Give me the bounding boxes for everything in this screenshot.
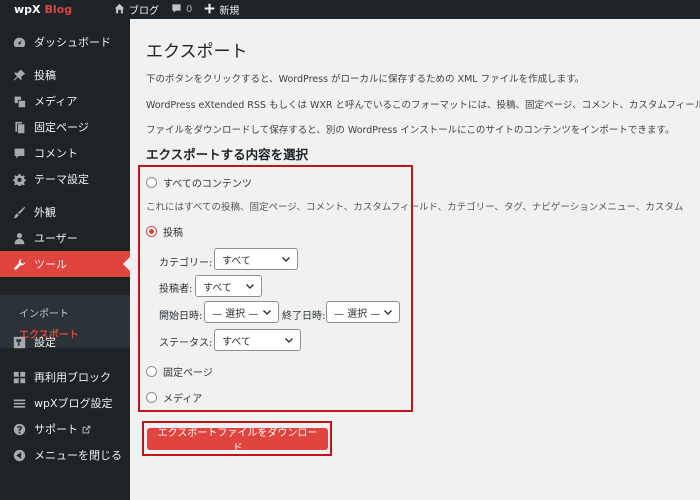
comments-link[interactable]: 0 [171,3,192,17]
sidebar-item-label: 外観 [34,206,56,219]
chevron-down-icon [245,281,255,291]
chevron-down-icon [284,335,294,345]
collapse-icon [12,448,26,462]
new-label: 新規 [219,6,240,17]
radio-all-content[interactable] [146,177,157,188]
radio-posts[interactable] [146,226,157,237]
sidebar-item-reusable-blocks[interactable]: 再利用ブロック [0,364,130,390]
sidebar-item-label: コメント [34,147,78,160]
sidebar-item-label: ユーザー [34,232,78,245]
sidebar-item-label: 設定 [34,336,56,349]
comment-icon [12,146,26,160]
start-date-label: 開始日時: [159,311,203,322]
sidebar-collapse-menu[interactable]: メニューを閉じる [0,442,130,468]
start-date-select[interactable]: — 選択 — [204,301,279,323]
download-export-file-button[interactable]: エクスポートファイルをダウンロード [147,428,328,454]
sidebar-item-posts[interactable]: 投稿 [0,62,130,88]
sidebar-item-label: 投稿 [34,69,56,82]
dashboard-icon [12,35,26,49]
option-posts[interactable]: 投稿 [146,224,183,239]
option-media-label: メディア [163,394,203,405]
admin-sidebar: ダッシュボード 投稿 メディア 固定ページ コメント テーマ設定 外観 ユーザー… [0,19,130,500]
brush-icon [12,205,26,219]
sidebar-item-dashboard[interactable]: ダッシュボード [0,29,130,55]
author-select[interactable]: すべて [195,275,262,297]
radio-media[interactable] [146,392,157,403]
media-icon [12,94,26,108]
all-content-description: これにはすべての投稿、固定ページ、コメント、カスタムフィールド、カテゴリー、タグ… [146,202,684,213]
category-select-value: すべて [222,255,251,267]
status-label: ステータス: [159,338,213,349]
pin-icon [12,68,26,82]
main-content: エクスポート 下のボタンをクリックすると、WordPress がローカルに保存す… [130,19,700,500]
sidebar-item-label: メディア [34,95,78,108]
site-name: ブログ [129,6,159,17]
status-select-value: すべて [222,336,251,348]
comment-icon [171,3,182,17]
menu-lines-icon [12,396,26,410]
sidebar-item-label: wpXブログ設定 [34,397,113,410]
user-icon [12,231,26,245]
sidebar-item-media[interactable]: メディア [0,88,130,114]
section-title: エクスポートする内容を選択 [146,147,309,162]
chevron-down-icon [281,254,291,264]
submenu-item-import[interactable]: インポート [19,305,69,320]
admin-bar: wpX Blog ブログ 0 新規 [0,0,700,19]
chevron-down-icon [262,307,272,317]
sidebar-item-label: 固定ページ [34,121,89,134]
logo-main-text: wpX [14,3,41,16]
chevron-down-icon [383,307,393,317]
author-label: 投稿者: [159,284,193,295]
page-title: エクスポート [146,42,248,62]
external-link-icon [82,425,91,434]
end-date-select-value: — 選択 — [334,308,381,320]
sidebar-item-label: ダッシュボード [34,36,111,49]
intro-paragraph-3: ファイルをダウンロードして保存すると、別の WordPress インストールにこ… [146,125,675,136]
sidebar-item-support[interactable]: サポート [0,416,130,442]
sidebar-item-label: テーマ設定 [34,173,89,186]
sidebar-item-settings[interactable]: 設定 [0,329,130,355]
option-all-content-label: すべてのコンテンツ [163,179,252,190]
new-content-link[interactable]: 新規 [204,2,239,17]
wrench-icon [12,257,26,271]
sidebar-item-theme-settings[interactable]: テーマ設定 [0,166,130,192]
sidebar-item-tools[interactable]: ツール [0,251,130,277]
intro-paragraph-1: 下のボタンをクリックすると、WordPress がローカルに保存するための XM… [146,74,585,85]
author-select-value: すべて [203,282,232,294]
option-posts-label: 投稿 [163,228,183,239]
gear-icon [12,172,26,186]
sidebar-item-wpx-blog-settings[interactable]: wpXブログ設定 [0,390,130,416]
category-select[interactable]: すべて [214,248,298,270]
sidebar-item-comments[interactable]: コメント [0,140,130,166]
option-all-content[interactable]: すべてのコンテンツ [146,175,252,190]
site-logo[interactable]: wpX Blog [0,3,114,16]
help-icon [12,422,26,436]
page-icon [12,120,26,134]
blocks-icon [12,370,26,384]
radio-pages[interactable] [146,366,157,377]
option-pages-label: 固定ページ [163,368,213,379]
sidebar-item-label: 再利用ブロック [34,371,111,384]
sidebar-item-label: メニューを閉じる [34,449,122,462]
intro-paragraph-2: WordPress eXtended RSS もしくは WXR と呼んでいるこの… [146,100,700,111]
settings-icon [12,335,26,349]
site-name-link[interactable]: ブログ [114,2,159,17]
plus-icon [204,3,215,17]
sidebar-item-label: サポート [34,423,78,436]
sidebar-item-label: ツール [34,258,67,271]
comments-count: 0 [186,4,193,15]
logo-accent-text: Blog [44,3,73,16]
sidebar-item-users[interactable]: ユーザー [0,225,130,251]
home-icon [114,3,125,17]
end-date-label: 終了日時: [282,311,326,322]
sidebar-item-appearance[interactable]: 外観 [0,199,130,225]
option-media[interactable]: メディア [146,390,202,405]
category-label: カテゴリー: [159,258,213,269]
start-date-select-value: — 選択 — [212,308,259,320]
end-date-select[interactable]: — 選択 — [326,301,400,323]
option-pages[interactable]: 固定ページ [146,364,213,379]
sidebar-item-pages[interactable]: 固定ページ [0,114,130,140]
status-select[interactable]: すべて [214,329,301,351]
